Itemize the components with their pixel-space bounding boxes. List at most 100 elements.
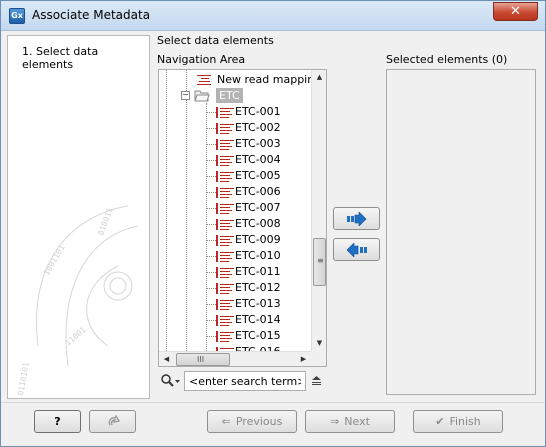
title-bar[interactable]: Gx Associate Metadata ✕	[1, 1, 545, 31]
sequence-list-icon	[216, 331, 234, 342]
tree-item-label: ETC-006	[235, 185, 281, 198]
undo-icon	[108, 414, 120, 426]
finish-button[interactable]: ✔ Finish	[413, 410, 503, 433]
tree-guide-line	[207, 304, 216, 305]
steps-panel: 1. Select data elements 010011 1001101 0…	[7, 35, 150, 399]
arrow-left-icon: ⇐	[221, 415, 231, 428]
tree-vertical-scrollbar[interactable]: ▲ ≡ ▼	[311, 70, 326, 351]
tree-item-label: ETC-012	[235, 281, 281, 294]
search-input[interactable]	[184, 371, 306, 391]
read-mapping-icon	[197, 74, 211, 85]
sequence-list-icon	[216, 219, 234, 230]
folder-open-icon	[194, 90, 210, 102]
tree-guide-line	[207, 144, 216, 145]
tree-guide-line	[207, 128, 216, 129]
tree-item-label: ETC-001	[235, 105, 281, 118]
previous-label: Previous	[235, 415, 283, 428]
tree-item-label: ETC-007	[235, 201, 281, 214]
tree-item-label: ETC-016	[235, 344, 281, 351]
remove-selected-button[interactable]	[333, 238, 380, 261]
step-select-data-elements: 1. Select data elements	[22, 45, 99, 71]
search-icon[interactable]	[161, 374, 181, 388]
tree-guide-line	[207, 160, 216, 161]
sequence-list-icon	[216, 283, 234, 294]
tree-guide-line	[207, 320, 216, 321]
tree-guide-line	[166, 70, 167, 351]
tree-guide-line	[207, 272, 216, 273]
tree-guide-line	[207, 256, 216, 257]
tree-guide-line	[207, 192, 216, 193]
sequence-list-icon	[216, 123, 234, 134]
previous-button[interactable]: ⇐ Previous	[207, 410, 297, 433]
tree-item-label: ETC-005	[235, 169, 281, 182]
svg-text:1001101: 1001101	[42, 243, 67, 277]
tree-guide-line	[207, 224, 216, 225]
navigation-tree[interactable]: New read mapping − ETC-001 ETC-002 ETC-003…	[158, 69, 327, 367]
arrow-right-icon: ⇒	[330, 415, 340, 428]
svg-text:0110101: 0110101	[16, 361, 31, 396]
add-selected-button[interactable]	[333, 207, 380, 230]
search-options-icon[interactable]	[311, 375, 322, 386]
svg-text:11001: 11001	[64, 325, 88, 347]
sequence-list-icon	[216, 251, 234, 262]
svg-text:010011: 010011	[96, 206, 114, 236]
tree-item-label: ETC-010	[235, 249, 281, 262]
help-button[interactable]: ?	[34, 410, 81, 433]
sequence-list-icon	[216, 235, 234, 246]
scroll-corner	[311, 351, 326, 366]
tree-item-label: ETC-013	[235, 297, 281, 310]
sequence-list-icon	[216, 107, 234, 118]
scroll-left-arrow-icon[interactable]: ◀	[159, 352, 174, 366]
tree-folder-label-selected[interactable]: ETC	[216, 88, 243, 103]
sequence-list-icon	[216, 155, 234, 166]
reset-button[interactable]	[89, 410, 136, 433]
app-icon: Gx	[9, 8, 25, 24]
sequence-list-icon	[216, 315, 234, 326]
tree-item-label: ETC-011	[235, 265, 281, 278]
sequence-list-icon	[216, 187, 234, 198]
tree-item-label: ETC-003	[235, 137, 281, 150]
arrow-left-icon	[347, 243, 367, 257]
scroll-down-arrow-icon[interactable]: ▼	[312, 336, 326, 351]
watermark-graphic: 010011 1001101 0110101 11001	[16, 205, 139, 396]
scroll-right-arrow-icon[interactable]: ▶	[296, 352, 311, 366]
tree-item-label: ETC-009	[235, 233, 281, 246]
sequence-list-icon	[216, 171, 234, 182]
next-label: Next	[344, 415, 370, 428]
selected-elements-label: Selected elements (0)	[386, 53, 508, 66]
tree-item-label: ETC-008	[235, 217, 281, 230]
tree-guide-line	[207, 288, 216, 289]
tree-guide-line	[207, 240, 216, 241]
tree-viewport: New read mapping − ETC-001 ETC-002 ETC-003…	[159, 70, 311, 351]
tree-item-label: ETC-014	[235, 313, 281, 326]
scroll-up-arrow-icon[interactable]: ▲	[312, 70, 326, 85]
dialog-window: Gx Associate Metadata ✕ 1. Select data e…	[0, 0, 546, 447]
sequence-list-icon	[216, 299, 234, 310]
window-title: Associate Metadata	[32, 8, 151, 22]
arrow-right-icon	[347, 212, 367, 226]
next-button[interactable]: ⇒ Next	[305, 410, 395, 433]
help-label: ?	[54, 415, 61, 428]
footer-separator	[1, 402, 545, 403]
tree-guide-line	[186, 70, 187, 351]
tree-item-label: New read mapping	[217, 73, 311, 86]
tree-guide-line	[207, 336, 216, 337]
horizontal-scroll-thumb[interactable]: III	[176, 353, 230, 366]
tree-guide-line	[207, 176, 216, 177]
tree-horizontal-scrollbar[interactable]: ◀ III ▶	[159, 351, 311, 366]
sequence-list-icon	[216, 267, 234, 278]
checkmark-icon: ✔	[435, 415, 445, 428]
close-button[interactable]: ✕	[493, 2, 538, 21]
selected-elements-list[interactable]	[386, 69, 536, 395]
tree-item-label: ETC-004	[235, 153, 281, 166]
tree-item-label: ETC-002	[235, 121, 281, 134]
navigation-area-label: Navigation Area	[157, 53, 246, 66]
tree-item-label: ETC-015	[235, 329, 281, 342]
collapse-icon[interactable]: −	[181, 91, 190, 100]
sequence-list-icon	[216, 139, 234, 150]
tree-guide-line	[207, 112, 216, 113]
vertical-scroll-thumb[interactable]: ≡	[313, 238, 326, 286]
tree-guide-line	[207, 208, 216, 209]
section-title: Select data elements	[157, 34, 274, 47]
sequence-list-icon	[216, 203, 234, 214]
